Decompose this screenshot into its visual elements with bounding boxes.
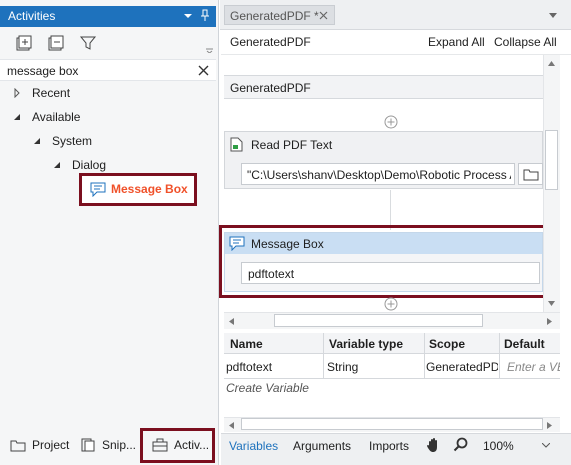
add-activity-icon[interactable] xyxy=(384,115,398,129)
tree-item-dialog[interactable]: Dialog xyxy=(52,155,106,175)
activities-title-bar: Activities xyxy=(0,6,216,27)
column-header-name[interactable]: Name xyxy=(230,337,263,351)
activities-title: Activities xyxy=(8,9,56,23)
pdf-file-value: "C:\Users\shanv\Desktop\Demo\Robotic Pro… xyxy=(247,168,511,182)
tree-item-recent[interactable]: Recent xyxy=(12,83,70,103)
tab-generatedpdf[interactable]: GeneratedPDF * xyxy=(224,5,335,25)
pin-icon[interactable] xyxy=(198,8,212,23)
collapse-all-icon[interactable] xyxy=(47,34,65,52)
document-icon xyxy=(230,137,243,152)
activities-search[interactable]: message box xyxy=(0,59,216,81)
tab-imports[interactable]: Imports xyxy=(369,439,409,453)
folder-icon xyxy=(523,168,539,181)
add-activity-icon[interactable] xyxy=(384,297,398,311)
tab-project-label: Project xyxy=(32,438,70,452)
chevron-down-icon[interactable] xyxy=(52,160,62,170)
toolbar-overflow-icon[interactable] xyxy=(206,46,213,53)
read-pdf-title: Read PDF Text xyxy=(251,138,333,152)
scroll-right-icon[interactable] xyxy=(546,318,553,325)
expand-all-icon[interactable] xyxy=(15,34,33,52)
sequence-title: GeneratedPDF xyxy=(230,81,311,95)
tree-item-available[interactable]: Available xyxy=(12,107,80,127)
scroll-right-icon[interactable] xyxy=(546,422,553,429)
tab-title: GeneratedPDF * xyxy=(230,9,319,23)
tab-variables[interactable]: Variables xyxy=(229,439,278,453)
highlight-box xyxy=(219,225,549,298)
tree-item-message-box[interactable]: Message Box xyxy=(90,180,188,198)
horizontal-scroll-thumb[interactable] xyxy=(274,314,483,327)
row-divider xyxy=(224,378,560,379)
variables-scroll-thumb[interactable] xyxy=(241,418,543,430)
tree-label-dialog: Dialog xyxy=(72,158,107,172)
search-input[interactable]: message box xyxy=(7,64,78,78)
close-icon[interactable] xyxy=(319,11,328,20)
tree-item-system[interactable]: System xyxy=(32,131,92,151)
clear-search-icon[interactable] xyxy=(197,64,210,77)
scroll-left-icon[interactable] xyxy=(228,318,235,325)
scroll-down-icon[interactable] xyxy=(548,300,555,307)
chevron-down-icon[interactable] xyxy=(32,136,42,146)
column-header-scope[interactable]: Scope xyxy=(429,337,465,351)
variable-type-cell[interactable]: String xyxy=(327,360,422,374)
activities-toolbar xyxy=(0,28,216,58)
column-divider xyxy=(323,333,324,378)
variable-scope-cell[interactable]: GeneratedPDF xyxy=(426,360,498,374)
scroll-left-icon[interactable] xyxy=(228,422,235,429)
message-box-icon xyxy=(90,182,106,197)
breadcrumb[interactable]: GeneratedPDF xyxy=(230,35,311,49)
tree-label-available: Available xyxy=(32,110,81,124)
message-box-label: Message Box xyxy=(111,182,188,196)
collapse-all-link[interactable]: Collapse All xyxy=(494,35,557,49)
tab-arguments[interactable]: Arguments xyxy=(293,439,351,453)
filter-icon[interactable] xyxy=(79,34,97,52)
chevron-down-icon[interactable] xyxy=(12,112,22,122)
hand-pan-icon[interactable] xyxy=(426,437,441,453)
chevron-right-icon[interactable] xyxy=(12,88,22,98)
vertical-scroll-thumb[interactable] xyxy=(545,130,558,190)
column-divider xyxy=(499,333,500,378)
variable-default-input[interactable]: Enter a VB xyxy=(507,360,560,374)
tab-snippets[interactable]: Snip... xyxy=(80,438,136,452)
tree-label-system: System xyxy=(52,134,93,148)
expand-all-link[interactable]: Expand All xyxy=(428,35,485,49)
zoom-search-icon[interactable] xyxy=(453,437,468,452)
chevron-down-icon[interactable] xyxy=(542,443,550,448)
browse-folder-button[interactable] xyxy=(518,163,543,185)
scroll-up-icon[interactable] xyxy=(548,60,555,67)
tree-label-recent: Recent xyxy=(32,86,71,100)
sequence-connector xyxy=(390,190,391,230)
tab-snippets-label: Snip... xyxy=(102,438,137,452)
column-divider xyxy=(424,333,425,378)
variable-name-cell[interactable]: pdftotext xyxy=(226,360,321,374)
pdf-file-input[interactable]: "C:\Users\shanv\Desktop\Demo\Robotic Pro… xyxy=(241,163,515,185)
tab-project[interactable]: Project xyxy=(10,438,69,452)
zoom-level[interactable]: 100% xyxy=(483,439,514,453)
dropdown-icon[interactable] xyxy=(181,8,195,23)
chevron-down-icon[interactable] xyxy=(549,13,557,18)
column-header-default[interactable]: Default xyxy=(504,337,545,351)
column-header-type[interactable]: Variable type xyxy=(329,337,403,351)
folder-icon xyxy=(10,440,26,451)
highlight-box xyxy=(140,428,215,463)
snippets-icon xyxy=(81,438,95,452)
sequence-header[interactable]: GeneratedPDF xyxy=(224,75,543,99)
create-variable-link[interactable]: Create Variable xyxy=(226,381,309,395)
